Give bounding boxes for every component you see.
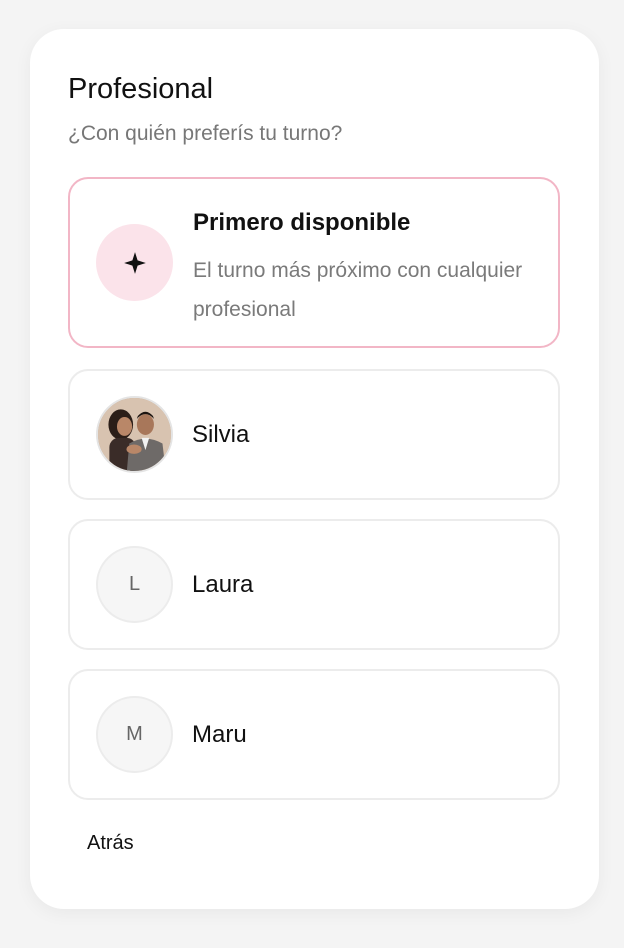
option-description: El turno más próximo con cualquier profe…: [193, 259, 523, 321]
sparkle-icon: [123, 251, 146, 274]
back-button[interactable]: Atrás: [87, 832, 134, 855]
silvia-avatar-photo: [98, 398, 171, 471]
silvia-avatar: [96, 396, 173, 473]
option-name: Primero disponible: [193, 209, 411, 236]
option-maru[interactable]: M Maru: [68, 669, 560, 800]
section-subtitle: ¿Con quién preferís tu turno?: [68, 122, 343, 145]
sparkle-icon-avatar: [96, 224, 173, 301]
option-silvia[interactable]: Silvia: [68, 369, 560, 500]
option-name: Laura: [192, 571, 254, 598]
maru-avatar: M: [96, 696, 173, 773]
laura-avatar: L: [96, 546, 173, 623]
professional-selection-card: Profesional ¿Con quién preferís tu turno…: [30, 29, 599, 909]
option-name: Silvia: [192, 421, 250, 448]
option-first-available[interactable]: Primero disponible El turno más próximo …: [68, 177, 560, 348]
option-name: Maru: [192, 721, 247, 748]
option-laura[interactable]: L Laura: [68, 519, 560, 650]
section-title: Profesional: [68, 73, 214, 105]
